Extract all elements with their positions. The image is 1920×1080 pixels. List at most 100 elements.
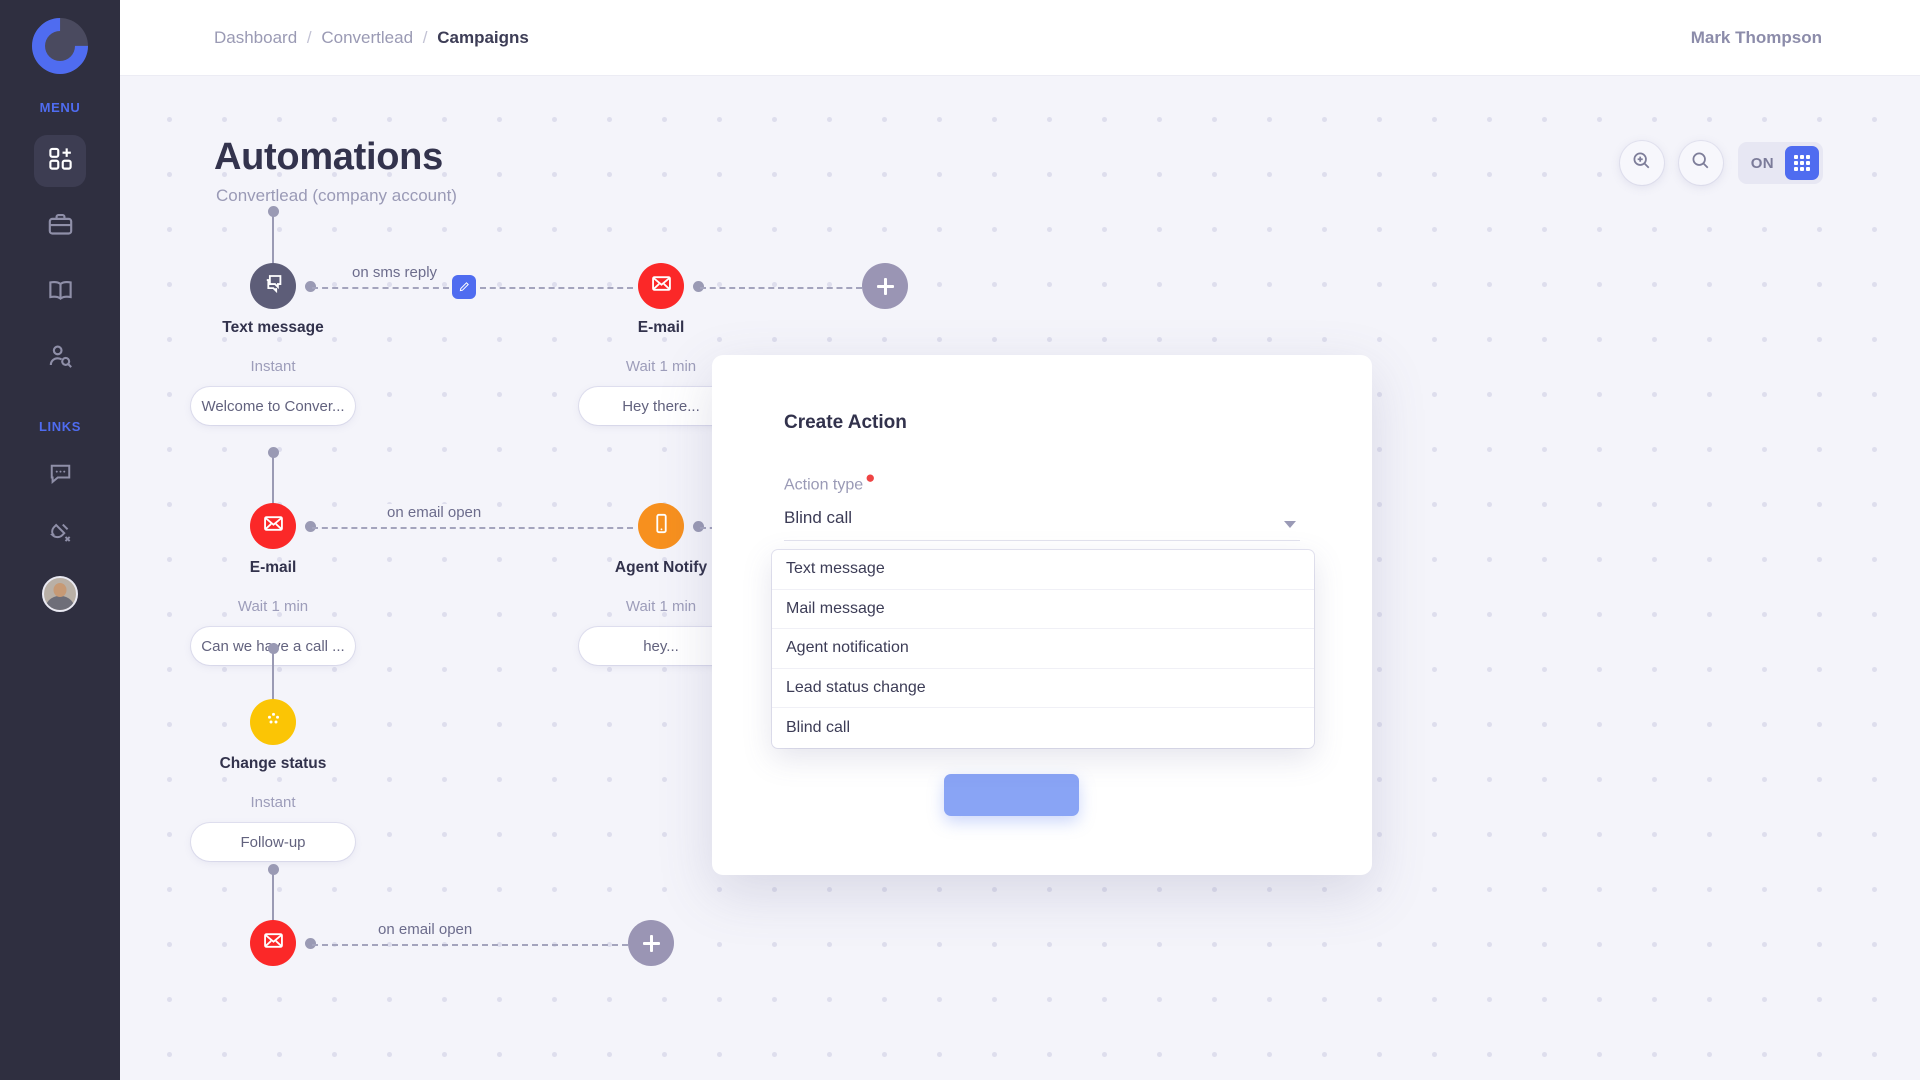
user-avatar[interactable] <box>42 576 78 612</box>
required-marker: ● <box>865 468 876 487</box>
grid-view-icon[interactable] <box>1785 146 1819 180</box>
create-action-modal: Create Action Action type ● Blind call Te… <box>712 355 1372 875</box>
page-title: Automations <box>214 136 443 178</box>
avatar-head <box>53 583 67 597</box>
stem-dot-row1 <box>267 206 279 217</box>
node-title: Change status <box>219 755 327 772</box>
modal-title: Create Action <box>784 412 907 433</box>
search-button[interactable] <box>1678 141 1723 185</box>
breadcrumb-separator-2: / <box>422 27 428 47</box>
connection-label-email-open-1: on email open <box>382 504 487 521</box>
action-type-label: Action type ● <box>784 468 875 494</box>
add-node-button-r1[interactable] <box>862 263 908 309</box>
stem-row4 <box>272 869 274 921</box>
option-mail-message[interactable]: Mail message <box>772 590 1314 630</box>
option-blind-call[interactable]: Blind call <box>772 708 1314 748</box>
chat-bubble-icon <box>48 461 73 491</box>
node-delay: Instant <box>250 794 296 811</box>
stem-row3 <box>272 648 274 700</box>
sidebar-links-label: LINKS <box>39 419 81 434</box>
connector-r1-c <box>700 286 862 289</box>
node-title: Text message <box>222 319 324 336</box>
stem-row1 <box>272 211 274 263</box>
sidebar-item-chat[interactable] <box>38 454 82 498</box>
flow-node-email-2[interactable]: E-mail Wait 1 min Can we have a call ... <box>191 503 355 665</box>
node-content-pill[interactable]: Welcome to Conver... <box>191 387 355 425</box>
option-text-message[interactable]: Text message <box>772 550 1314 590</box>
breadcrumb-convertlead[interactable]: Convertlead <box>321 28 413 47</box>
submit-button[interactable] <box>944 774 1079 816</box>
envelope-icon <box>262 512 285 540</box>
envelope-icon <box>650 272 673 300</box>
dashboard-grid-add-icon <box>47 145 74 177</box>
sidebar-item-briefcase[interactable] <box>34 201 86 253</box>
edit-pencil-icon[interactable] <box>452 275 476 299</box>
flow-node-email-3[interactable] <box>250 920 296 966</box>
node-title: E-mail <box>637 319 685 336</box>
breadcrumb-dashboard[interactable]: Dashboard <box>214 28 297 47</box>
action-type-selected-value: Blind call <box>784 507 853 527</box>
status-dots-icon <box>262 708 285 736</box>
grid-mode-toggle[interactable]: ON <box>1737 142 1823 184</box>
sidebar: MENU LINKS <box>0 0 120 1080</box>
logo-c-arc <box>20 6 100 86</box>
node-content-pill[interactable]: Follow-up <box>191 823 355 861</box>
zoom-in-button[interactable] <box>1619 141 1664 185</box>
connection-label-email-open-2: on email open <box>373 921 478 938</box>
chat-stack-icon <box>262 272 285 300</box>
stem-dot-row2 <box>267 447 279 458</box>
envelope-icon <box>262 929 285 957</box>
node-icon-circle[interactable] <box>638 503 684 549</box>
connector-r1-a <box>312 286 449 289</box>
stem-dot-row4 <box>267 864 279 875</box>
search-icon <box>1690 150 1711 176</box>
node-delay: Wait 1 min <box>625 358 697 375</box>
node-icon-circle[interactable] <box>250 263 296 309</box>
add-node-button-r4[interactable] <box>628 920 674 966</box>
connection-label-sms-reply: on sms reply <box>347 264 443 281</box>
node-icon-circle[interactable] <box>250 920 296 966</box>
node-title: E-mail <box>249 559 297 576</box>
node-delay: Instant <box>250 358 296 375</box>
sidebar-item-user-search[interactable] <box>34 333 86 385</box>
node-icon-circle[interactable] <box>250 503 296 549</box>
option-agent-notification[interactable]: Agent notification <box>772 629 1314 669</box>
action-type-label-text: Action type <box>784 476 864 494</box>
sidebar-item-book[interactable] <box>34 267 86 319</box>
avatar-body <box>45 596 75 610</box>
breadcrumb: Dashboard / Convertlead / Campaigns <box>214 28 529 48</box>
stem-dot-row3 <box>267 643 279 654</box>
mobile-phone-icon <box>650 512 673 540</box>
topbar-user-name[interactable]: Mark Thompson <box>1691 28 1822 48</box>
flow-node-email-1[interactable]: E-mail Wait 1 min Hey there... <box>579 263 743 425</box>
flow-node-change-status[interactable]: Change status Instant Follow-up <box>191 699 355 861</box>
page-subtitle: Convertlead (company account) <box>216 186 457 205</box>
action-type-option-list[interactable]: Text message Mail message Agent notifica… <box>772 550 1314 748</box>
node-title: Agent Notify <box>614 559 708 576</box>
canvas-toolbar: ON <box>1619 141 1823 185</box>
chevron-down-icon <box>1284 521 1296 528</box>
user-search-icon <box>47 343 74 375</box>
briefcase-icon <box>47 211 74 243</box>
zoom-in-icon <box>1631 150 1652 176</box>
node-icon-circle[interactable] <box>638 263 684 309</box>
toggle-state-label: ON <box>1750 154 1774 172</box>
connector-r4-a <box>312 943 638 946</box>
breadcrumb-separator-1: / <box>306 27 312 47</box>
plug-disconnected-icon <box>48 519 73 549</box>
action-type-select[interactable]: Blind call <box>784 495 1300 541</box>
option-lead-status-change[interactable]: Lead status change <box>772 669 1314 709</box>
node-delay: Wait 1 min <box>625 598 697 615</box>
stem-row2 <box>272 452 274 504</box>
flow-node-text-message[interactable]: Text message Instant Welcome to Conver..… <box>191 263 355 425</box>
flow-node-agent-notify[interactable]: Agent Notify Wait 1 min hey... <box>579 503 743 665</box>
convertlead-logo[interactable] <box>20 6 100 86</box>
connector-r1-b <box>480 286 633 289</box>
node-delay: Wait 1 min <box>237 598 309 615</box>
sidebar-item-dashboard[interactable] <box>34 135 86 187</box>
sidebar-menu-label: MENU <box>39 100 81 115</box>
breadcrumb-campaigns[interactable]: Campaigns <box>437 28 529 47</box>
sidebar-item-integrations[interactable] <box>38 512 82 556</box>
node-icon-circle[interactable] <box>250 699 296 745</box>
book-icon <box>47 277 74 309</box>
